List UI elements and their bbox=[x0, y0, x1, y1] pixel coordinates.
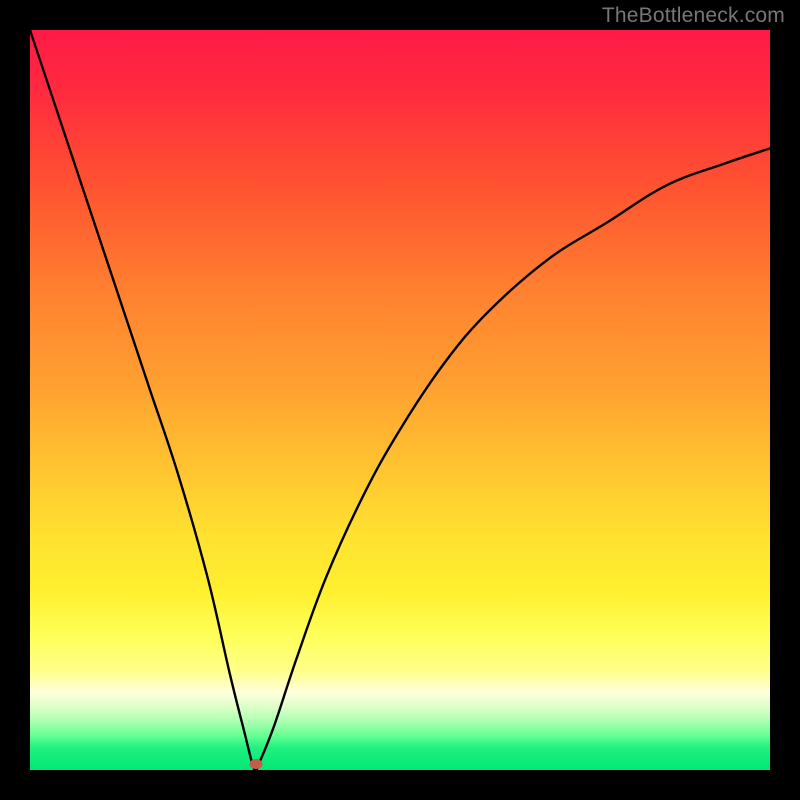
optimal-point-marker bbox=[249, 759, 262, 769]
watermark-text: TheBottleneck.com bbox=[602, 4, 785, 28]
curve-svg bbox=[30, 30, 770, 770]
plot-area bbox=[30, 30, 770, 770]
chart-frame: TheBottleneck.com bbox=[0, 0, 800, 800]
bottleneck-curve bbox=[30, 30, 770, 770]
